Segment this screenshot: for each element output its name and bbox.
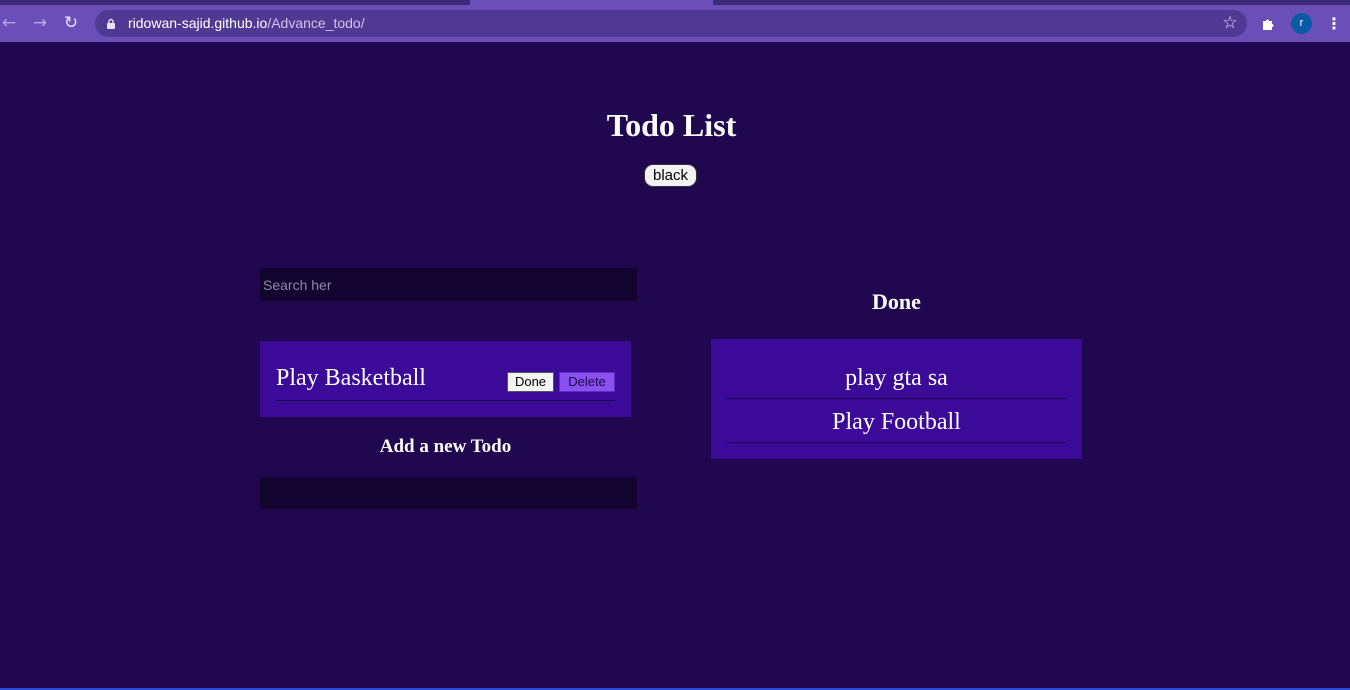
done-button[interactable]: Done [507, 372, 554, 392]
url-text[interactable]: ridowan-sajid.github.io/Advance_todo/ [128, 10, 365, 37]
todo-list: Play Basketball Done Delete [260, 341, 631, 417]
add-todo-heading: Add a new Todo [379, 436, 512, 457]
url-path: /Advance_todo/ [267, 15, 365, 31]
url-host: ridowan-sajid.github.io [128, 15, 268, 31]
reload-icon[interactable]: ↻ [58, 11, 84, 35]
search-input[interactable] [260, 268, 637, 301]
page-title: Todo List [606, 107, 737, 143]
done-item: Play Football [727, 399, 1066, 443]
back-arrow-icon[interactable]: ← [0, 11, 22, 35]
add-todo-input[interactable] [260, 477, 637, 509]
done-list: play gta sa Play Football [711, 339, 1082, 459]
avatar[interactable]: r [1291, 13, 1312, 34]
kebab-menu-icon[interactable]: ⋮ [1324, 13, 1344, 34]
forward-arrow-icon[interactable]: → [27, 11, 53, 35]
done-heading: Done [872, 289, 921, 314]
address-bar[interactable]: ridowan-sajid.github.io/Advance_todo/ ☆ [95, 10, 1247, 37]
delete-button[interactable]: Delete [559, 372, 615, 392]
todo-item-text: Play Basketball [276, 365, 426, 391]
browser-toolbar: ← → ↻ ridowan-sajid.github.io/Advance_to… [0, 5, 1350, 42]
star-icon[interactable]: ☆ [1221, 14, 1239, 32]
done-item: play gta sa [727, 355, 1066, 399]
theme-toggle-button[interactable]: black [644, 164, 697, 187]
lock-icon [107, 18, 115, 29]
todo-item: Play Basketball Done Delete [276, 355, 615, 401]
puzzle-icon[interactable] [1259, 14, 1279, 34]
